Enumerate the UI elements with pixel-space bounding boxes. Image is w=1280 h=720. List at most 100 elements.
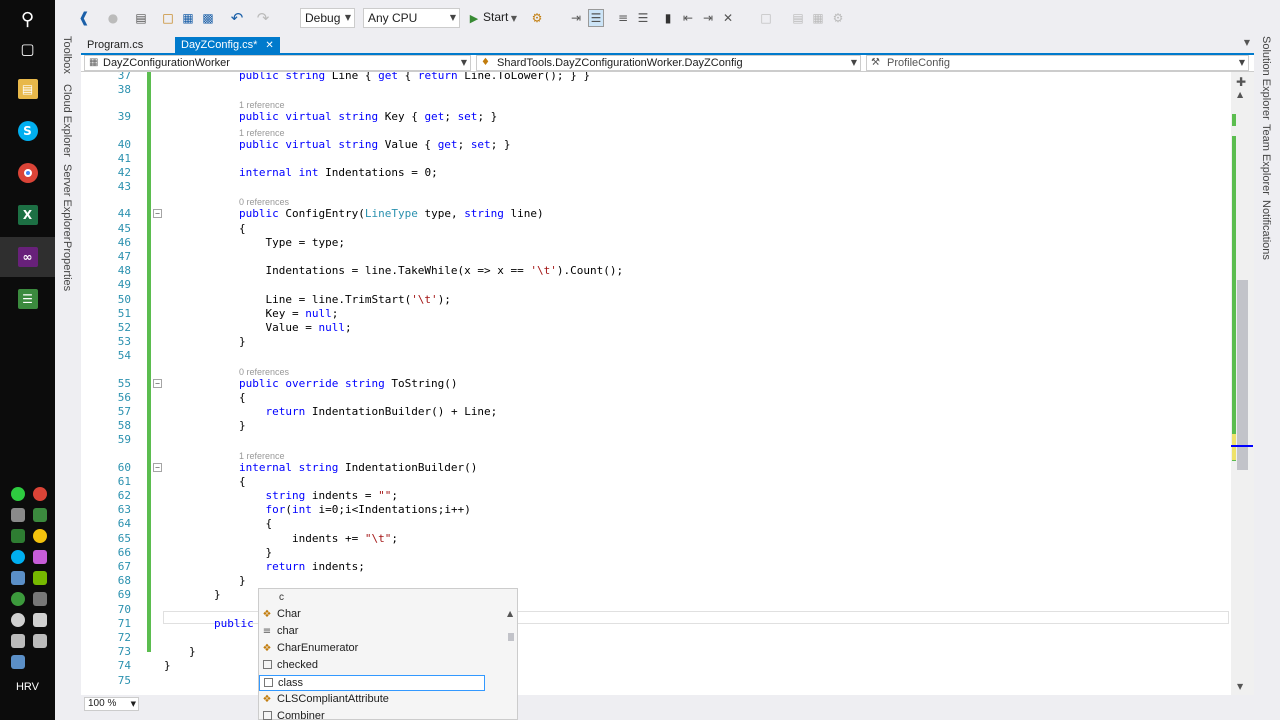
split-plus-icon[interactable]: ✚: [1236, 75, 1246, 89]
start-button[interactable]: Start: [483, 10, 508, 24]
intellisense-popup[interactable]: c ❖ Char ≡ char ❖ CharEnumerator checked class ❖…: [258, 588, 518, 720]
intellisense-item[interactable]: ❖ Char: [259, 607, 485, 623]
tray-app-icon[interactable]: [33, 508, 47, 522]
visual-studio-icon[interactable]: ∞: [0, 237, 55, 277]
code-token: return: [417, 72, 458, 82]
intellisense-item[interactable]: ❖ CLSCompliantAttribute: [259, 692, 485, 708]
tray-chrome-icon[interactable]: [33, 487, 47, 501]
line-number: 53: [117, 335, 131, 349]
tray-app3-icon[interactable]: [33, 529, 47, 543]
scroll-up-icon[interactable]: ▲: [1237, 90, 1243, 99]
tray-tools-icon[interactable]: [33, 592, 47, 606]
team-explorer-tab[interactable]: Team Explorer: [1260, 124, 1272, 195]
main-toolbar: ❰ ● ▤ □ ▦ ▩ ↶ ↷ Debug ▼ Any CPU ▼ ▶ Start …: [55, 0, 1280, 36]
editor-bottom-bar: 100 % ▼: [81, 695, 1254, 720]
prev-bookmark-icon[interactable]: ⇤: [680, 9, 696, 27]
code-token: ;: [457, 137, 471, 151]
tray-green-icon[interactable]: [11, 487, 25, 501]
intellisense-item[interactable]: checked: [259, 658, 485, 674]
toggle-outline-icon[interactable]: ☰: [588, 9, 604, 27]
scrollbar-thumb[interactable]: [1237, 280, 1248, 470]
zoom-select[interactable]: 100 % ▼: [84, 697, 139, 711]
solution-explorer-tab[interactable]: Solution Explorer: [1260, 36, 1272, 120]
tray-volume-icon[interactable]: [33, 634, 47, 648]
server-explorer-tab[interactable]: Server Explorer: [61, 164, 73, 240]
project-dropdown[interactable]: ▦ DayZConfigurationWorker ▼: [84, 55, 471, 71]
line-number: 73: [117, 645, 131, 659]
code-editor[interactable]: 37 public string Line { get { return Line…: [81, 72, 1231, 695]
tray-defender-icon[interactable]: [33, 613, 47, 627]
type-dropdown[interactable]: ♦ ShardTools.DayZConfigurationWorker.DayZ…: [476, 55, 861, 71]
intellisense-item[interactable]: ≡ char: [259, 624, 485, 640]
new-item-icon[interactable]: □: [758, 9, 774, 27]
tray-onedrive-icon[interactable]: [11, 613, 25, 627]
cloud-explorer-tab[interactable]: Cloud Explorer: [61, 84, 73, 157]
code-text: }: [239, 574, 246, 588]
configuration-select[interactable]: Debug ▼: [300, 8, 355, 28]
attach-icon[interactable]: ⚙: [529, 9, 545, 27]
bookmark-icon[interactable]: ▮: [660, 9, 676, 27]
clear-bookmarks-icon[interactable]: ✕: [720, 9, 736, 27]
intellisense-item[interactable]: class: [259, 675, 485, 691]
forward-icon[interactable]: ●: [105, 9, 121, 27]
vertical-scrollbar[interactable]: ✚ ▲ ▼: [1231, 72, 1254, 695]
properties-tab[interactable]: Properties: [61, 241, 73, 291]
properties-icon[interactable]: ▤: [790, 9, 806, 27]
hierarchy-icon[interactable]: ▦: [810, 9, 826, 27]
tray-nvidia-icon[interactable]: [33, 571, 47, 585]
save-icon[interactable]: ▦: [180, 9, 196, 27]
code-text: Indentations = line.TakeWhile(x => x == …: [239, 264, 623, 278]
tray-network2-icon[interactable]: [11, 655, 25, 669]
code-token: }: [239, 574, 246, 588]
start-play-icon[interactable]: ▶: [468, 9, 480, 27]
undo-icon[interactable]: ↶: [229, 9, 245, 27]
project-icon[interactable]: ☰: [0, 279, 55, 319]
new-project-icon[interactable]: ▤: [133, 9, 149, 27]
tray-network-icon[interactable]: [11, 508, 25, 522]
collapse-icon[interactable]: −: [153, 209, 162, 219]
tray-pen-icon[interactable]: [33, 550, 47, 564]
save-all-icon[interactable]: ▩: [200, 9, 216, 27]
close-icon[interactable]: ✕: [265, 40, 273, 51]
collapse-icon[interactable]: −: [153, 462, 162, 472]
next-bookmark-icon[interactable]: ⇥: [700, 9, 716, 27]
intellisense-item-label: Combiner: [277, 710, 325, 720]
platform-select[interactable]: Any CPU ▼: [363, 8, 460, 28]
indent-icon[interactable]: ≡: [615, 9, 631, 27]
intellisense-item[interactable]: ❖ CharEnumerator: [259, 641, 485, 657]
language-indicator[interactable]: HRV: [0, 681, 55, 693]
tray-steam-icon[interactable]: [11, 571, 25, 585]
file-explorer-icon[interactable]: ▤: [0, 69, 55, 109]
tab-dayzconfig-cs[interactable]: DayZConfig.cs* ✕: [175, 37, 280, 54]
wrench-icon: ⚒: [871, 57, 880, 68]
tray-sync-icon[interactable]: [11, 550, 25, 564]
skype-icon[interactable]: S: [0, 111, 55, 151]
task-view-icon[interactable]: ▢: [0, 29, 55, 69]
intellisense-scrollbar[interactable]: ▲: [506, 609, 516, 719]
tray-app2-icon[interactable]: [11, 529, 25, 543]
back-icon[interactable]: ❰: [76, 9, 92, 27]
tab-program-cs[interactable]: Program.cs: [81, 37, 149, 54]
open-file-icon[interactable]: □: [160, 9, 176, 27]
step-icon[interactable]: ⇥: [568, 9, 584, 27]
comment-icon[interactable]: ☰: [635, 9, 651, 27]
tray-monitor-icon[interactable]: [11, 634, 25, 648]
code-text: return indents;: [239, 560, 365, 574]
excel-icon[interactable]: X: [0, 195, 55, 235]
redo-icon[interactable]: ↷: [255, 9, 271, 27]
tab-overflow-icon[interactable]: ▼: [1244, 38, 1250, 47]
tray-utorrent-icon[interactable]: [11, 592, 25, 606]
collapse-icon[interactable]: −: [153, 378, 162, 388]
tools-icon[interactable]: ⚙: [830, 9, 846, 27]
intellisense-item[interactable]: Combiner: [259, 709, 485, 720]
scroll-up-icon[interactable]: ▲: [507, 609, 513, 618]
chevron-down-icon[interactable]: ▼: [509, 9, 519, 27]
chrome-icon[interactable]: [0, 153, 55, 193]
notifications-tab[interactable]: Notifications: [1260, 200, 1272, 260]
code-token: ;: [444, 110, 458, 124]
scroll-down-icon[interactable]: ▼: [1237, 682, 1243, 691]
toolbox-tab[interactable]: Toolbox: [61, 36, 73, 74]
member-dropdown[interactable]: ⚒ ProfileConfig ▼: [866, 55, 1249, 71]
scrollbar-thumb[interactable]: [508, 633, 514, 641]
code-token: }: [239, 419, 246, 433]
